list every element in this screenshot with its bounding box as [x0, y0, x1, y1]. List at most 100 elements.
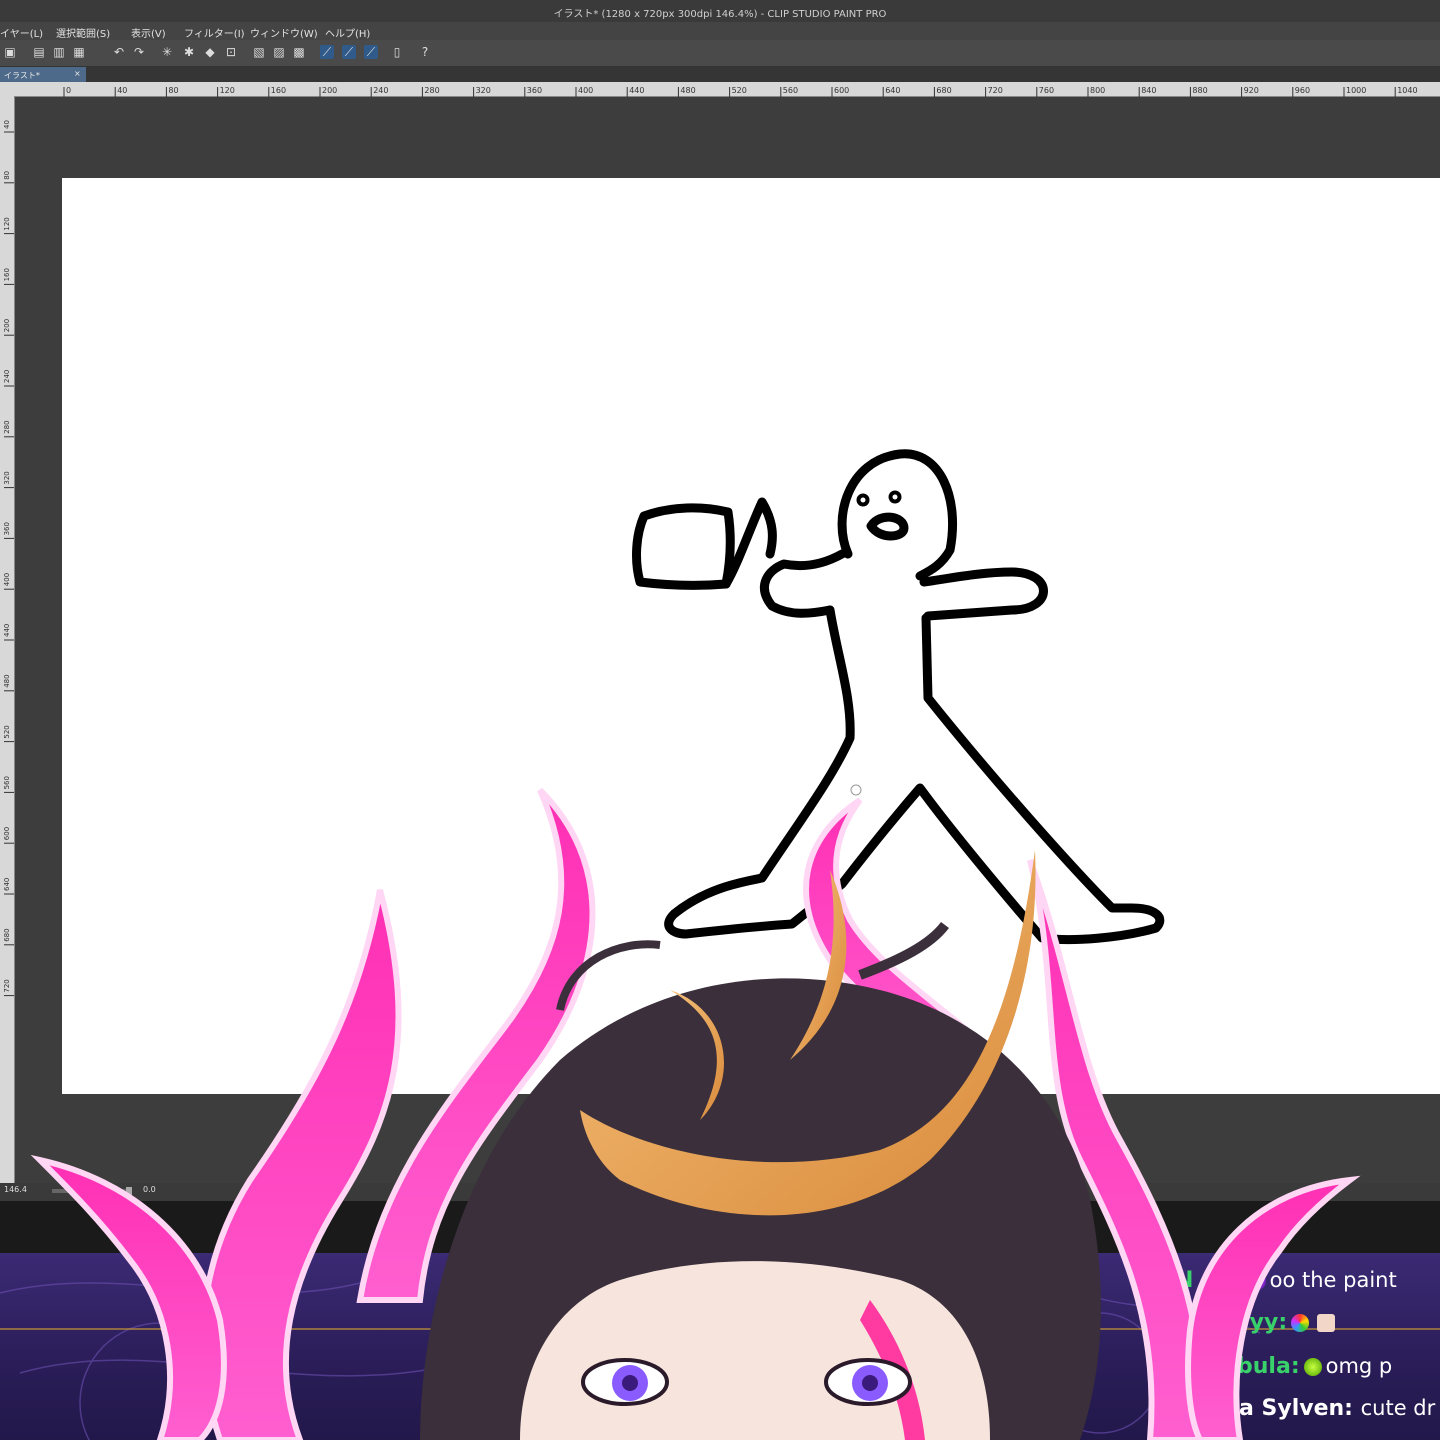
- menu-filter[interactable]: フィルター(I): [184, 25, 245, 40]
- menu-window[interactable]: ウィンドウ(W): [250, 25, 318, 40]
- tab-document-label: イラスト*: [4, 71, 40, 80]
- invert-selection-icon[interactable]: ▨: [272, 45, 286, 59]
- vertical-ruler-ticks: 40 80 120 160 200 240 280 320 360 400 440 480 520 560…: [3, 120, 14, 997]
- open-icon[interactable]: ▤: [32, 45, 46, 59]
- help-icon[interactable]: ?: [418, 45, 432, 59]
- brush-cursor: [850, 784, 862, 796]
- ruler-tick-label: 360: [527, 86, 542, 95]
- chat-message: Zoeyyyy:: [1175, 1310, 1339, 1340]
- ruler-tick-label: 840: [1141, 86, 1156, 95]
- banana-emote-icon: [1303, 1358, 1322, 1376]
- ruler-tick-label: 600: [834, 86, 849, 95]
- stick-figure-drawing: [632, 449, 1165, 945]
- horizontal-ruler: 0 40 80 120 160 200 240 280 320 360 400 440 480 520 56…: [0, 82, 1440, 97]
- figure-mouth: [866, 512, 909, 541]
- ruler-tick-label: 160: [3, 268, 11, 281]
- figure-left-arm: [760, 549, 847, 618]
- figure-right-arm: [919, 567, 1048, 621]
- zoom-value[interactable]: 146.4: [4, 1185, 27, 1194]
- chat-username: Zoeyyyy:: [1175, 1310, 1288, 1335]
- chat-message: N <3: oo the paint: [1175, 1268, 1397, 1298]
- menu-selection[interactable]: 選択範囲(S): [56, 25, 110, 40]
- ruler-tick-label: 680: [936, 86, 951, 95]
- figure-eye-left: [856, 493, 870, 507]
- zoom-slider-handle[interactable]: [126, 1187, 132, 1195]
- chat-username: N <3:: [1175, 1268, 1244, 1293]
- ruler-tick-label: 640: [885, 86, 900, 95]
- loading-icon[interactable]: ✳: [160, 45, 174, 59]
- chat-username: a Sylven:: [1239, 1396, 1353, 1421]
- tab-document[interactable]: イラスト* ×: [0, 67, 86, 82]
- face-emote-icon: [1317, 1314, 1336, 1332]
- ruler-tick-label: 920: [1244, 86, 1259, 95]
- clear-icon[interactable]: ✱: [182, 45, 196, 59]
- document-tab-bar: [0, 67, 1440, 82]
- redo-icon[interactable]: ↷: [132, 45, 146, 59]
- undo-icon[interactable]: ↶: [112, 45, 126, 59]
- rotation-value[interactable]: 0.0: [143, 1185, 156, 1194]
- vertical-ruler: 40 80 120 160 200 240 280 320 360 400 440 480 520 560…: [0, 96, 15, 1186]
- ruler-tick-label: 880: [1192, 86, 1207, 95]
- ruler-tick-label: 480: [680, 86, 695, 95]
- rainbow-emote-icon: [1291, 1314, 1310, 1332]
- snap-ruler-icon[interactable]: ⟋: [320, 45, 334, 59]
- selection-border-icon[interactable]: ▩: [292, 45, 306, 59]
- save-icon[interactable]: ▥: [52, 45, 66, 59]
- snap-grid-icon[interactable]: ⟋: [364, 45, 378, 59]
- ruler-tick-label: 720: [988, 86, 1003, 95]
- ruler-tick-label: 480: [3, 674, 11, 687]
- menu-view[interactable]: 表示(V): [131, 25, 166, 40]
- ruler-tick-label: 1000: [1346, 86, 1366, 95]
- ruler-tick-label: 120: [3, 217, 11, 230]
- menu-layer[interactable]: イヤー(L): [0, 25, 43, 40]
- figure-sign: [632, 503, 735, 590]
- new-file-icon[interactable]: ▣: [3, 45, 17, 59]
- ruler-tick-label: 40: [3, 120, 11, 129]
- ruler-tick-label: 440: [3, 624, 11, 637]
- chat-text: omg p: [1325, 1354, 1393, 1378]
- ruler-tick-label: 240: [3, 370, 11, 383]
- transform-icon[interactable]: ⊡: [224, 45, 238, 59]
- figure-body: [664, 605, 1165, 945]
- ruler-tick-label: 1040: [1397, 86, 1417, 95]
- ruler-tick-label: 440: [629, 86, 644, 95]
- menu-bar: イヤー(L) 選択範囲(S) 表示(V) フィルター(I) ウィンドウ(W) ヘ…: [0, 22, 1440, 40]
- close-icon[interactable]: ×: [74, 69, 81, 78]
- chat-text: cute dr: [1360, 1396, 1436, 1420]
- window-title: イラスト* (1280 x 720px 300dpi 146.4%) - CLI…: [553, 9, 887, 20]
- fill-icon[interactable]: ◆: [203, 45, 217, 59]
- ruler-tick-label: 40: [117, 86, 127, 95]
- deselect-icon[interactable]: ▧: [252, 45, 266, 59]
- ruler-tick-label: 80: [168, 86, 178, 95]
- ruler-tick-label: 720: [3, 979, 11, 992]
- ruler-tick-label: 120: [220, 86, 235, 95]
- window-titlebar: イラスト* (1280 x 720px 300dpi 146.4%) - CLI…: [0, 0, 1440, 22]
- eggplant-emote-icon: [1247, 1272, 1266, 1290]
- ruler-tick-label: 360: [3, 522, 11, 535]
- print-icon[interactable]: ▦: [72, 45, 86, 59]
- chat-username: P ne bula:: [1175, 1354, 1300, 1379]
- drawing-canvas[interactable]: [62, 178, 1440, 1094]
- ruler-tick-label: 160: [271, 86, 286, 95]
- ruler-tick-label: 560: [783, 86, 798, 95]
- ruler-tick-label: 400: [3, 573, 11, 586]
- stream-frame-gap: [0, 1201, 1440, 1253]
- ruler-tick-label: 600: [3, 827, 11, 840]
- navigator-statusbar: 146.4 0.0: [0, 1183, 1440, 1201]
- chat-message: P ne bula: omg p: [1175, 1354, 1392, 1384]
- settings-icon[interactable]: ▯: [390, 45, 404, 59]
- ruler-tick-label: 80: [3, 171, 11, 180]
- horizontal-ruler-ticks: 0 40 80 120 160 200 240 280 320 360 400 440 480 520 56…: [63, 86, 1418, 97]
- ruler-tick-label: 240: [373, 86, 388, 95]
- zoom-slider[interactable]: [52, 1189, 132, 1193]
- ruler-tick-label: 520: [732, 86, 747, 95]
- menu-help[interactable]: ヘルプ(H): [325, 25, 370, 40]
- ruler-tick-label: 680: [3, 928, 11, 941]
- ruler-tick-label: 760: [1039, 86, 1054, 95]
- snap-special-ruler-icon[interactable]: ⟋: [342, 45, 356, 59]
- ruler-tick-label: 200: [322, 86, 337, 95]
- ruler-tick-label: 320: [476, 86, 491, 95]
- ruler-tick-label: 280: [424, 86, 439, 95]
- ruler-tick-label: 560: [3, 776, 11, 789]
- ruler-tick-label: 0: [66, 86, 71, 95]
